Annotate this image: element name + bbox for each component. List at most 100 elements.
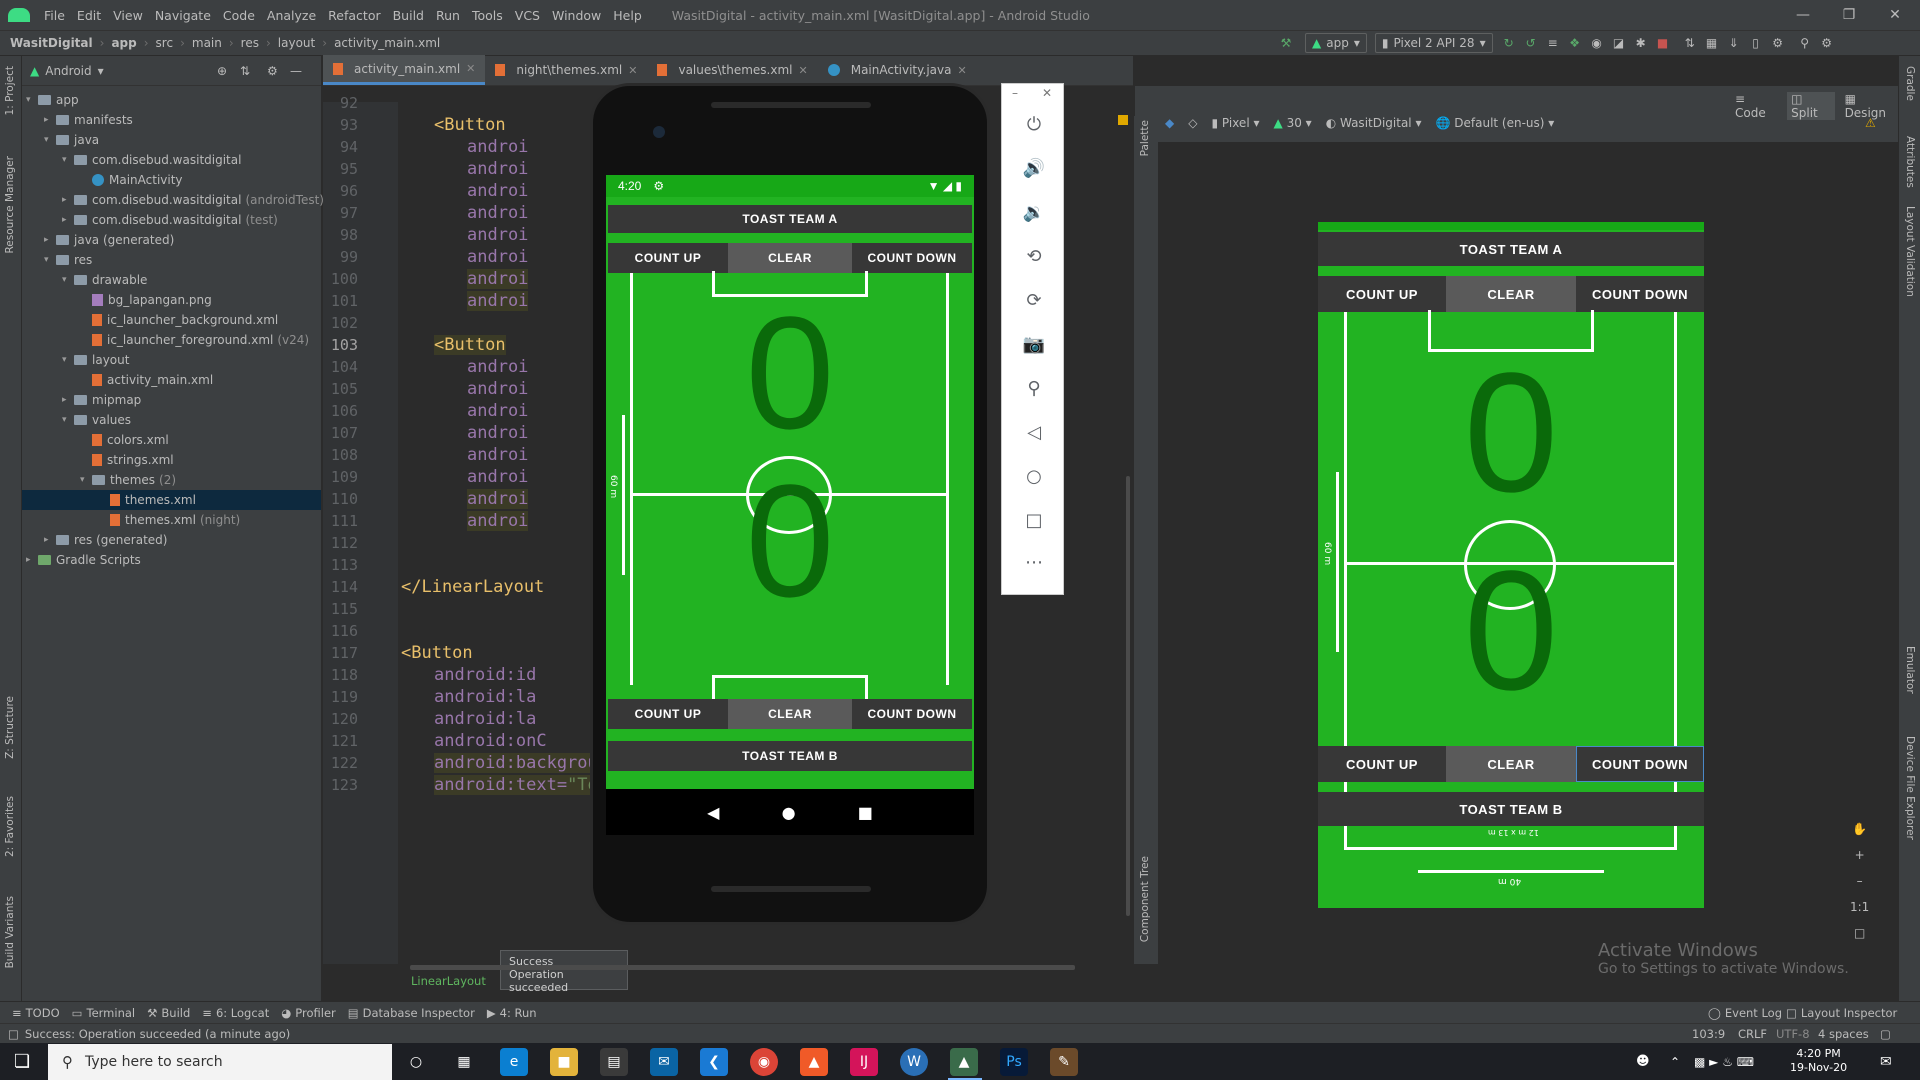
layout-inspector-button[interactable]: □ Layout Inspector	[1786, 1006, 1897, 1020]
component-tree-tool-tab[interactable]: Component Tree	[1139, 856, 1151, 942]
run-config-select[interactable]: ▲ app ▾	[1305, 33, 1367, 53]
project-tree-item[interactable]: ▾ app	[26, 90, 79, 110]
project-tree-item[interactable]: ▾ res	[44, 250, 92, 270]
terminal-tool-button[interactable]: ▭ Terminal	[72, 1006, 135, 1020]
project-tree-item[interactable]: ▸ com.disebud.wasitdigital (test)	[62, 210, 278, 230]
device-manager-icon[interactable]: ▯	[1748, 35, 1764, 51]
rotate-left-icon[interactable]: ⟲	[1022, 244, 1046, 268]
breadcrumb-app[interactable]: app	[111, 36, 136, 50]
attach-debugger-icon[interactable]: ◪	[1611, 35, 1627, 51]
warning-icon[interactable]: ⚠	[1865, 116, 1876, 130]
menu-file[interactable]: File	[38, 8, 71, 23]
tab-activity-main[interactable]: activity_main.xml ✕	[323, 55, 486, 85]
apply-changes-icon[interactable]: ↺	[1523, 35, 1539, 51]
chevron-down-icon[interactable]: ▾	[62, 355, 74, 365]
preview-clear-b[interactable]: CLEAR	[1446, 746, 1576, 782]
settings-icon[interactable]: ⚙	[1819, 35, 1835, 51]
locate-icon[interactable]: ⊕	[217, 64, 227, 78]
taskbar-search[interactable]: ⚲ Type here to search	[48, 1044, 392, 1080]
code-mode-button[interactable]: ≡ Code	[1735, 92, 1777, 120]
project-tree-item[interactable]: ▾ java	[44, 130, 99, 150]
more-icon[interactable]: ⋯	[1022, 550, 1046, 574]
volume-up-icon[interactable]: 🔊	[1022, 156, 1046, 180]
tab-main-activity[interactable]: MainActivity.java ✕	[818, 55, 977, 85]
tab-night-themes[interactable]: night\themes.xml ✕	[485, 55, 647, 85]
preview-count-down-a[interactable]: COUNT DOWN	[1576, 276, 1704, 312]
chevron-down-icon[interactable]: ▾	[80, 475, 92, 485]
indent-setting[interactable]: 4 spaces	[1818, 1027, 1869, 1041]
palette-tool-tab[interactable]: Palette	[1139, 120, 1151, 156]
close-tab-icon[interactable]: ✕	[628, 64, 637, 77]
rotate-right-icon[interactable]: ⟳	[1022, 288, 1046, 312]
chevron-down-icon[interactable]: ▾	[44, 135, 56, 145]
clear-a-button[interactable]: CLEAR	[728, 243, 852, 273]
project-tree-item[interactable]: strings.xml	[80, 450, 174, 470]
toast-team-b-button[interactable]: TOAST TEAM B	[608, 741, 972, 771]
device-select[interactable]: ▮ Pixel ▾	[1211, 116, 1259, 130]
preview-clear-a[interactable]: CLEAR	[1446, 276, 1576, 312]
zoom-in-icon[interactable]: +	[1855, 848, 1865, 862]
stop-icon[interactable]: ■	[1655, 35, 1671, 51]
chevron-right-icon[interactable]: ▸	[44, 115, 56, 125]
chevron-down-icon[interactable]: ▾	[62, 275, 74, 285]
attributes-tool-tab[interactable]: Attributes	[1904, 136, 1916, 188]
project-tree-item[interactable]: bg_lapangan.png	[80, 290, 212, 310]
device-file-explorer-tool-tab[interactable]: Device File Explorer	[1904, 736, 1916, 840]
project-tree-item[interactable]: ic_launcher_background.xml	[80, 310, 278, 330]
breadcrumb-src[interactable]: src	[156, 36, 174, 50]
clear-b-button[interactable]: CLEAR	[728, 699, 852, 729]
file-explorer-icon[interactable]: ■	[550, 1048, 578, 1076]
database-inspector-tool-button[interactable]: ▤ Database Inspector	[348, 1006, 475, 1020]
close-tab-icon[interactable]: ✕	[466, 62, 475, 75]
word-icon[interactable]: W	[900, 1048, 928, 1076]
chevron-right-icon[interactable]: ▸	[62, 215, 74, 225]
menu-refactor[interactable]: Refactor	[322, 8, 386, 23]
logcat-icon[interactable]: ≡	[1545, 35, 1561, 51]
restore-icon[interactable]: ❐	[1826, 0, 1872, 30]
power-icon[interactable]: ⏻	[1022, 112, 1046, 136]
close-emulator-icon[interactable]: ✕	[1042, 86, 1052, 100]
breadcrumb-project[interactable]: WasitDigital	[10, 36, 93, 50]
project-tree-item[interactable]: MainActivity	[80, 170, 183, 190]
breadcrumb-layout[interactable]: layout	[278, 36, 315, 50]
notification-icon[interactable]: ✉	[1880, 1054, 1892, 1070]
avd-manager-icon[interactable]: ▦	[1704, 35, 1720, 51]
zoom-actual-button[interactable]: 1:1	[1850, 900, 1869, 914]
run-tool-button[interactable]: ▶ 4: Run	[487, 1006, 537, 1020]
people-icon[interactable]: ☻	[1636, 1054, 1650, 1069]
android-studio-taskbar-icon[interactable]: ▲	[950, 1048, 978, 1076]
logcat-tool-button[interactable]: ≡ 6: Logcat	[202, 1006, 269, 1020]
design-preview[interactable]: TOAST TEAM A COUNT UP CLEAR COUNT DOWN 6…	[1318, 222, 1704, 908]
home-icon[interactable]: ○	[1022, 464, 1046, 488]
assistant-icon[interactable]: ⚙	[1770, 35, 1786, 51]
chevron-right-icon[interactable]: ▸	[26, 555, 38, 565]
device-select[interactable]: ▮ Pixel 2 API 28 ▾	[1374, 33, 1493, 53]
breadcrumb-file[interactable]: activity_main.xml	[334, 36, 440, 50]
menu-build[interactable]: Build	[387, 8, 430, 23]
emulator-tool-tab[interactable]: Emulator	[1904, 646, 1916, 694]
breadcrumb-res[interactable]: res	[241, 36, 259, 50]
chevron-down-icon[interactable]: ▾	[44, 255, 56, 265]
line-separator[interactable]: CRLF	[1738, 1027, 1767, 1041]
menu-run[interactable]: Run	[430, 8, 466, 23]
close-tab-icon[interactable]: ✕	[958, 64, 967, 77]
preview-count-up-b[interactable]: COUNT UP	[1318, 746, 1446, 782]
sdk-manager-icon[interactable]: ⇓	[1726, 35, 1742, 51]
structure-tool-tab[interactable]: Z: Structure	[4, 696, 16, 759]
tab-values-themes[interactable]: values\themes.xml ✕	[647, 55, 817, 85]
status-message[interactable]: Success: Operation succeeded (a minute a…	[25, 1027, 290, 1041]
coverage-icon[interactable]: ✱	[1633, 35, 1649, 51]
count-down-b-button[interactable]: COUNT DOWN	[852, 699, 972, 729]
paint-icon[interactable]: ✎	[1050, 1048, 1078, 1076]
menu-vcs[interactable]: VCS	[509, 8, 546, 23]
chevron-right-icon[interactable]: ▸	[44, 235, 56, 245]
pan-icon[interactable]: ✋	[1852, 822, 1867, 836]
toast-team-a-button[interactable]: TOAST TEAM A	[608, 205, 972, 233]
tray-icons[interactable]: ▩ ► ♨ ⌨	[1694, 1055, 1754, 1069]
store-icon[interactable]: ▤	[600, 1048, 628, 1076]
gear-icon[interactable]: ⚙	[267, 64, 278, 78]
vscode-icon[interactable]: ❮	[700, 1048, 728, 1076]
layout-validation-tool-tab[interactable]: Layout Validation	[1904, 206, 1916, 297]
locale-select[interactable]: 🌐 Default (en-us) ▾	[1436, 116, 1555, 130]
layers-icon[interactable]: ◆	[1165, 116, 1174, 130]
